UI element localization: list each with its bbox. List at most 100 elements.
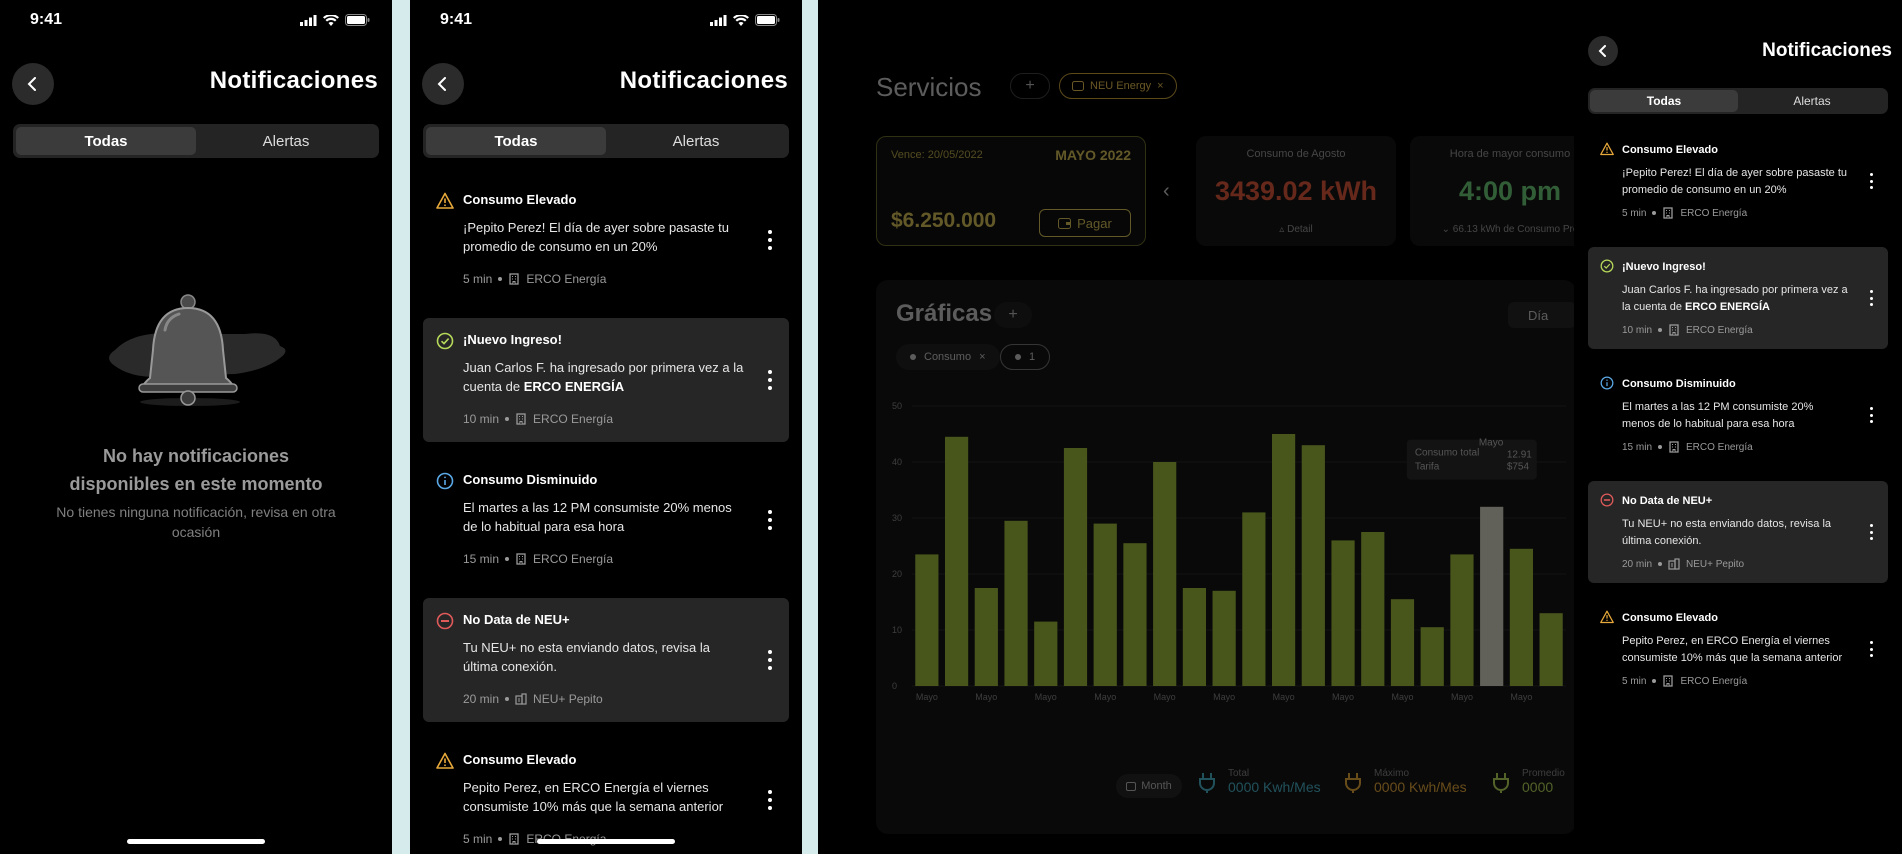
add-graph-button[interactable]: + (994, 302, 1032, 328)
x-tick-label: Mayo (1213, 692, 1235, 702)
x-tick-label: Mayo (1510, 692, 1532, 702)
more-options-icon[interactable] (1866, 641, 1876, 657)
phone-notification-list: 9:41 Notificaciones Todas Alertas Consum… (410, 0, 802, 854)
notification-title: Consumo Disminuido (463, 472, 598, 487)
chart-bar[interactable] (1331, 540, 1355, 686)
notification-item[interactable]: Consumo Elevado ¡Pepito Perez! El día de … (1588, 130, 1888, 232)
success-icon (436, 332, 454, 350)
more-options-icon[interactable] (765, 790, 775, 810)
chart-bar[interactable] (1361, 532, 1385, 686)
notification-time: 5 min (463, 272, 493, 286)
more-options-icon[interactable] (765, 650, 775, 670)
plug-icon (1345, 772, 1361, 793)
y-tick-label: 40 (892, 457, 902, 467)
notification-item[interactable]: Consumo Elevado Pepito Perez, en ERCO Ene… (1588, 598, 1888, 700)
tab-alertas[interactable]: Alertas (196, 127, 376, 155)
chip-label: Consumo (924, 351, 972, 363)
notification-item[interactable]: Consumo Disminuido El martes a las 12 PM … (423, 458, 789, 582)
notification-source: ERCO Energía (1686, 324, 1753, 336)
more-options-icon[interactable] (765, 370, 775, 390)
notification-item[interactable]: Consumo Elevado ¡Pepito Perez! El día de … (423, 178, 789, 302)
y-tick-label: 20 (892, 569, 902, 579)
notification-item[interactable]: No Data de NEU+ Tu NEU+ no esta enviando … (423, 598, 789, 722)
pay-button-label: Pagar (1077, 215, 1112, 231)
notification-item[interactable]: ¡Nuevo Ingreso! Juan Carlos F. ha ingresa… (1588, 247, 1888, 349)
month-toggle[interactable]: Month (1116, 774, 1182, 798)
chart-bar[interactable] (1063, 448, 1088, 686)
chart-bar[interactable] (944, 436, 969, 686)
chart-bar[interactable] (1093, 523, 1117, 686)
chevron-left-icon (1598, 45, 1606, 57)
chart-bar[interactable] (1212, 590, 1236, 686)
chart-bar[interactable] (1450, 554, 1474, 686)
segmented-control: Todas Alertas (13, 124, 379, 158)
notification-body: Juan Carlos F. ha ingresado por primera … (1622, 284, 1848, 313)
desktop-dashboard: Servicios + NEU Energy × Vence: 20/05/20… (818, 0, 1902, 854)
notification-body: El martes a las 12 PM consumiste 20% men… (1622, 401, 1814, 430)
close-icon[interactable]: × (1157, 80, 1163, 92)
filter-chip-one[interactable]: 1 (1000, 344, 1051, 370)
service-chip-label: NEU Energy (1090, 80, 1152, 92)
more-options-icon[interactable] (1866, 407, 1876, 423)
phone-empty-state: 9:41 Notificaciones Todas Alertas No hay… (0, 0, 392, 854)
chart-bar[interactable] (1004, 520, 1028, 686)
notification-time: 10 min (463, 412, 500, 426)
notification-title: Consumo Disminuido (1622, 378, 1736, 390)
more-options-icon[interactable] (1866, 524, 1876, 540)
tab-alertas[interactable]: Alertas (606, 127, 786, 155)
device-icon (1668, 558, 1680, 570)
more-options-icon[interactable] (1866, 173, 1876, 189)
chart-bar[interactable] (1420, 627, 1444, 686)
graph-title: Gráficas (896, 300, 993, 327)
chart-bar[interactable] (1242, 512, 1266, 686)
notification-time: 20 min (463, 692, 500, 706)
tab-todas[interactable]: Todas (426, 127, 606, 155)
home-indicator (537, 839, 675, 844)
bottom-stat-value: 0000 Kwh/Mes (1374, 779, 1467, 795)
more-options-icon[interactable] (1866, 290, 1876, 306)
notification-item[interactable]: Consumo Disminuido El martes a las 12 PM … (1588, 364, 1888, 466)
service-chip-neu[interactable]: NEU Energy × (1059, 73, 1177, 99)
chart-bar[interactable] (1182, 588, 1207, 686)
notification-time: 10 min (1622, 324, 1653, 336)
filter-chip-consumo[interactable]: Consumo × (896, 344, 1000, 370)
more-options-icon[interactable] (765, 230, 775, 250)
tab-todas[interactable]: Todas (16, 127, 196, 155)
chart-bar[interactable] (1509, 548, 1534, 686)
notification-item[interactable]: Consumo Elevado Pepito Perez, en ERCO Ene… (423, 738, 789, 854)
notification-item[interactable]: ¡Nuevo Ingreso! Juan Carlos F. ha ingresa… (423, 318, 789, 442)
chevron-left-icon[interactable]: ‹ (1163, 180, 1170, 203)
chart-bar[interactable] (1539, 613, 1563, 686)
month-pill-label: Month (1141, 780, 1172, 792)
tab-todas[interactable]: Todas (1590, 90, 1738, 112)
chart-bar[interactable] (1271, 434, 1296, 686)
x-tick-label: Mayo (1094, 692, 1116, 702)
chart-bar[interactable] (974, 588, 998, 686)
bill-card[interactable]: Vence: 20/05/2022 MAYO 2022 $6.250.000 P… (876, 136, 1146, 246)
y-tick-label: 10 (892, 625, 902, 635)
back-button[interactable] (12, 63, 54, 105)
building-icon (1663, 207, 1674, 219)
notification-meta: 5 min ERCO Energía (1622, 207, 1848, 219)
tab-alertas[interactable]: Alertas (1738, 90, 1886, 112)
chart-bar[interactable] (1480, 506, 1504, 686)
back-button[interactable] (422, 63, 464, 105)
notification-list: Consumo Elevado ¡Pepito Perez! El día de … (423, 178, 789, 854)
signal-icon (300, 14, 317, 26)
chart-bar[interactable] (1123, 543, 1147, 686)
pay-button[interactable]: Pagar (1039, 209, 1131, 237)
chart-bar[interactable] (1153, 462, 1177, 686)
back-button[interactable] (1588, 36, 1618, 66)
notification-meta: 20 min NEU+ Pepito (463, 692, 745, 706)
chart-bar[interactable] (1390, 599, 1415, 686)
wallet-icon (1058, 217, 1072, 229)
notification-item[interactable]: No Data de NEU+ Tu NEU+ no esta enviando … (1588, 481, 1888, 583)
more-options-icon[interactable] (765, 510, 775, 530)
chart-bar[interactable] (1301, 445, 1325, 686)
chart-bar[interactable] (915, 554, 939, 686)
chart-bar[interactable] (1034, 621, 1058, 686)
bottom-stat-label: Máximo (1374, 768, 1410, 779)
period-dia-button[interactable]: Día (1508, 302, 1576, 328)
add-service-button[interactable]: + (1010, 73, 1050, 99)
close-icon[interactable]: × (979, 351, 985, 363)
